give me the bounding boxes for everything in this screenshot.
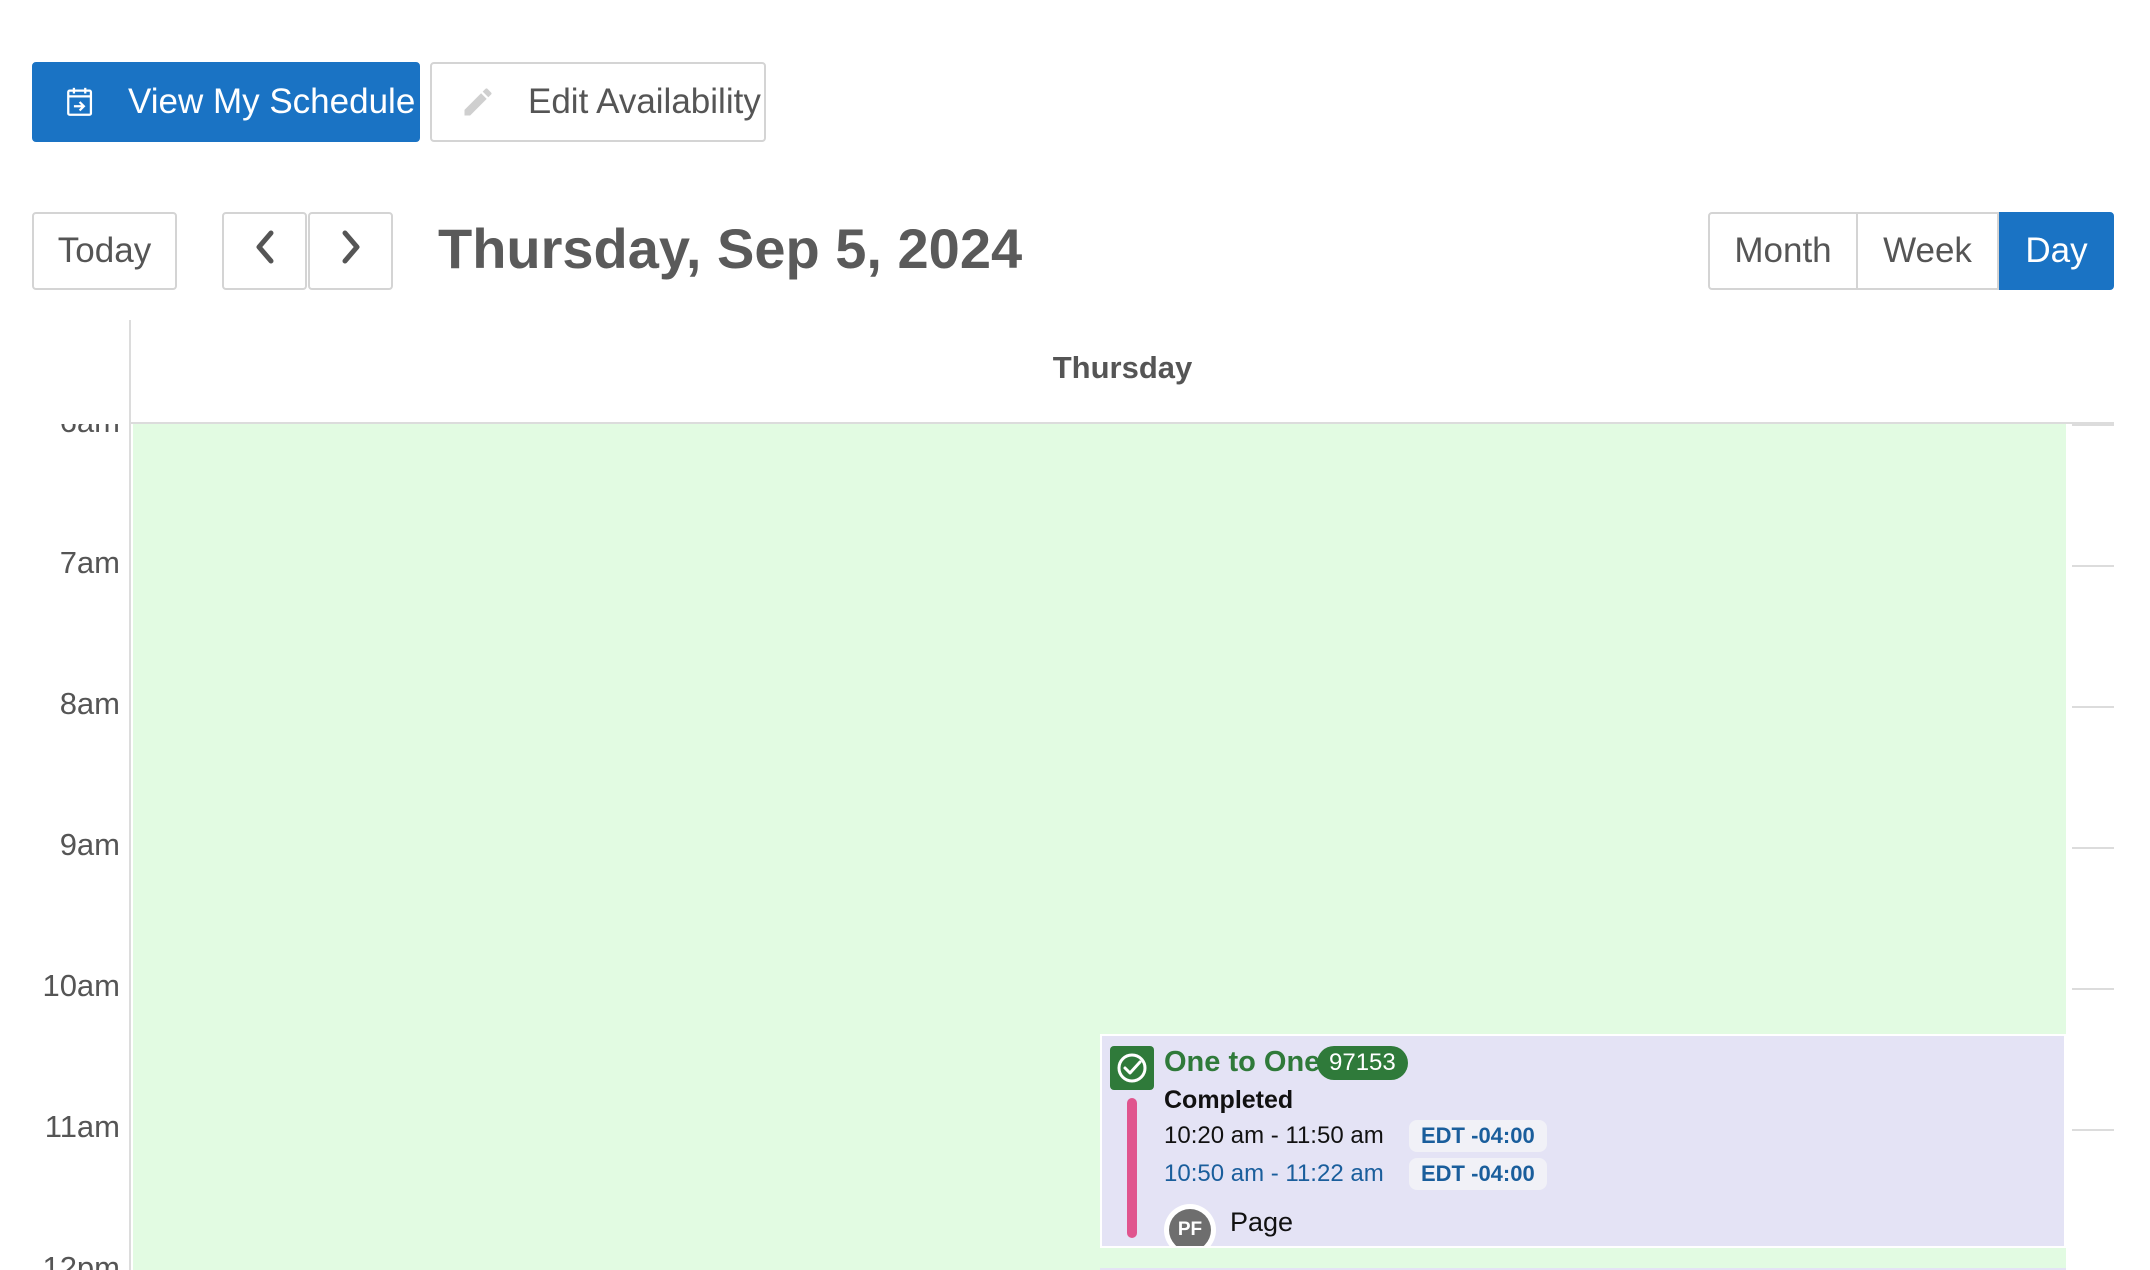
day-column-header: Thursday bbox=[1052, 350, 1193, 385]
today-button[interactable]: Today bbox=[32, 212, 177, 290]
week-view-button[interactable]: Week bbox=[1858, 212, 1999, 290]
event-status: Completed bbox=[1164, 1086, 1294, 1114]
hour-gridline bbox=[2072, 1129, 2114, 1131]
avatar: PF bbox=[1164, 1204, 1216, 1246]
hour-gridline bbox=[2072, 847, 2114, 849]
hour-label: 9am bbox=[59, 827, 120, 862]
event-scheduled-time: 10:20 am - 11:50 am bbox=[1164, 1122, 1384, 1149]
day-calendar: Thursday 6am 7am 8am 9am 10am 11am 12pm bbox=[32, 320, 2114, 1270]
check-circle-icon bbox=[1110, 1046, 1154, 1090]
hour-gridline bbox=[2072, 706, 2114, 708]
hour-label: 8am bbox=[59, 686, 120, 721]
hour-label: 11am bbox=[44, 1109, 120, 1144]
hour-label: 6am bbox=[60, 424, 120, 440]
calendar-header-row: Thursday bbox=[131, 320, 2114, 424]
view-my-schedule-label: View My Schedule bbox=[128, 82, 416, 121]
hour-gridline bbox=[2072, 988, 2114, 990]
timezone-badge: EDT -04:00 bbox=[1409, 1158, 1547, 1190]
next-day-button[interactable] bbox=[308, 212, 393, 290]
day-view-button[interactable]: Day bbox=[1999, 212, 2114, 290]
calendar-time-grid[interactable]: 6am 7am 8am 9am 10am 11am 12pm One to On… bbox=[32, 424, 2114, 1270]
calendar-arrow-icon bbox=[64, 85, 98, 119]
week-view-label: Week bbox=[1883, 231, 1972, 270]
view-my-schedule-button[interactable]: View My Schedule bbox=[32, 62, 420, 142]
event-id-badge: 97153 bbox=[1317, 1046, 1408, 1080]
scheduler-page: View My Schedule Edit Availability Today… bbox=[0, 0, 2150, 1270]
previous-day-button[interactable] bbox=[222, 212, 307, 290]
hour-label: 7am bbox=[59, 545, 120, 580]
pencil-icon bbox=[460, 84, 496, 120]
chevron-right-icon bbox=[337, 229, 365, 274]
today-label: Today bbox=[57, 231, 152, 270]
hour-gridline bbox=[2072, 424, 2114, 426]
hour-gridline bbox=[2072, 565, 2114, 567]
timezone-badge: EDT -04:00 bbox=[1409, 1120, 1547, 1152]
event-actual-time: 10:50 am - 11:22 am bbox=[1164, 1160, 1384, 1187]
event-accent-bar bbox=[1127, 1098, 1137, 1238]
month-view-label: Month bbox=[1734, 231, 1832, 270]
edit-availability-button[interactable]: Edit Availability bbox=[430, 62, 766, 142]
month-view-button[interactable]: Month bbox=[1708, 212, 1858, 290]
event-person-name: Page Fields bbox=[1230, 1207, 1302, 1246]
event-title: One to One bbox=[1164, 1046, 1321, 1078]
event-card[interactable]: One to One 97153 Completed 10:20 am - 11… bbox=[1100, 1034, 2066, 1248]
day-view-label: Day bbox=[2025, 231, 2088, 270]
edit-availability-label: Edit Availability bbox=[528, 82, 761, 121]
avatar-initials: PF bbox=[1169, 1209, 1211, 1246]
hour-label: 10am bbox=[42, 968, 120, 1003]
current-date-title: Thursday, Sep 5, 2024 bbox=[438, 217, 1023, 280]
chevron-left-icon bbox=[251, 229, 279, 274]
hour-label: 12pm bbox=[42, 1250, 120, 1270]
